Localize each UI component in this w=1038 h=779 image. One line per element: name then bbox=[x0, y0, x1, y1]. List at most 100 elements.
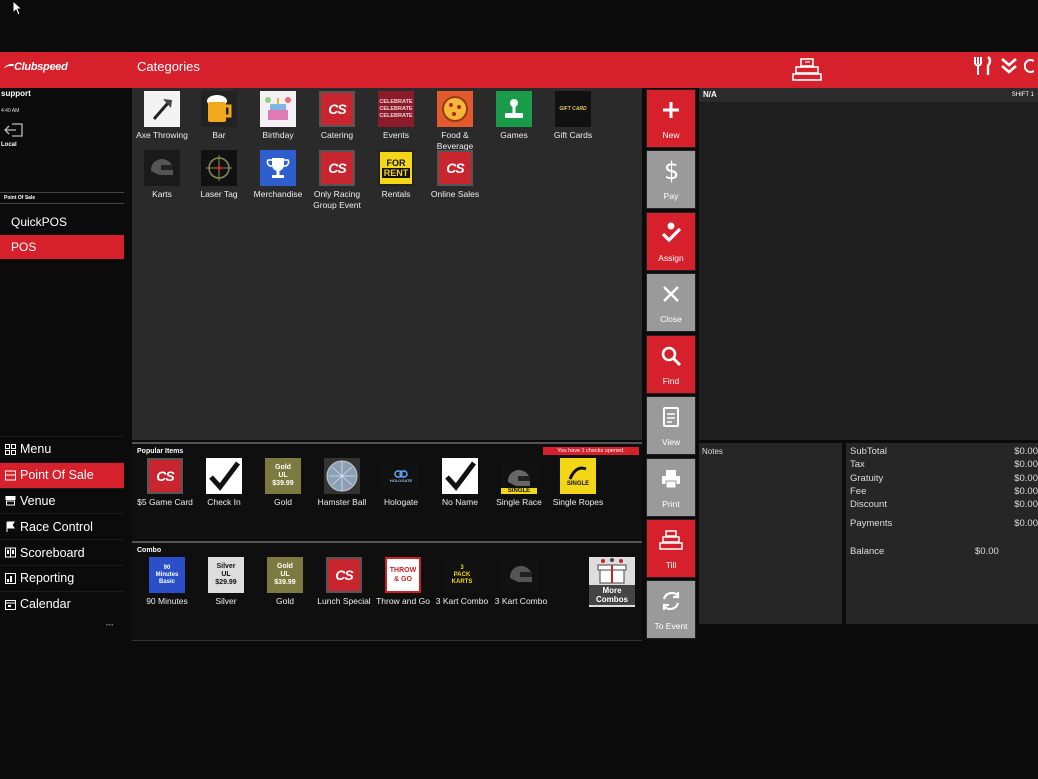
category-karts[interactable]: Karts bbox=[132, 150, 192, 200]
category-gift-cards[interactable]: GIFT CARD Gift Cards bbox=[543, 91, 603, 141]
combo-item[interactable]: 90 Minutes Basic 90 Minutes bbox=[137, 557, 197, 607]
chart-icon bbox=[5, 572, 16, 584]
sidebar: support 4:40 AM Local Point Of Sale Quic… bbox=[0, 88, 124, 779]
calendar-icon bbox=[5, 599, 16, 610]
top-bar: Clubspeed Categories bbox=[0, 52, 1038, 88]
checkmark-icon bbox=[445, 461, 476, 491]
find-button[interactable]: Find bbox=[646, 335, 696, 394]
sync-icon bbox=[662, 591, 680, 611]
category-online-sales[interactable]: CS Online Sales bbox=[425, 150, 485, 200]
user-name: support bbox=[1, 89, 31, 98]
nav-scoreboard[interactable]: Scoreboard bbox=[0, 539, 124, 565]
category-only-racing-group-event[interactable]: CS Only Racing Group Event bbox=[307, 150, 367, 211]
payments-row: Payments $0.00 bbox=[850, 518, 1038, 529]
combo-item[interactable]: Silver UL $29.99 Silver bbox=[196, 557, 256, 607]
notes-panel[interactable]: Notes bbox=[699, 443, 842, 624]
celebrate-text: CELEBRATE bbox=[379, 98, 413, 105]
register-icon bbox=[5, 470, 16, 481]
helmet-icon bbox=[507, 469, 530, 486]
view-button[interactable]: View bbox=[646, 396, 696, 455]
ropes-icon bbox=[568, 466, 587, 480]
sidebar-item-pos[interactable]: POS bbox=[0, 235, 124, 259]
category-merchandise[interactable]: Merchandise bbox=[248, 150, 308, 200]
popular-item[interactable]: SINGLE Single Ropes bbox=[548, 458, 608, 508]
popular-item[interactable]: Gold UL $39.99 Gold bbox=[253, 458, 313, 508]
nav-point-of-sale[interactable]: Point Of Sale bbox=[0, 461, 124, 488]
tax-row: Tax $0.00 bbox=[850, 459, 1038, 470]
order-panel: N/A SHIFT 1 bbox=[699, 88, 1038, 440]
category-games[interactable]: Games bbox=[484, 91, 544, 141]
totals-panel: SubTotal $0.00 Tax $0.00 Gratuity $0.00 Fee… bbox=[846, 443, 1038, 624]
assign-user-icon bbox=[661, 222, 682, 243]
customer-name[interactable]: N/A bbox=[703, 88, 717, 102]
venue-icon bbox=[5, 496, 16, 506]
celebrate-text: CELEBRATE bbox=[379, 105, 413, 112]
cash-register-icon[interactable] bbox=[792, 57, 822, 83]
trophy-icon bbox=[266, 158, 290, 178]
nav-reporting[interactable]: Reporting bbox=[0, 564, 124, 591]
open-checks-badge[interactable]: You have 1 checks opened. bbox=[543, 447, 639, 455]
chevron-double-down-icon[interactable] bbox=[1000, 56, 1018, 76]
checkmark-icon bbox=[209, 461, 240, 491]
close-icon bbox=[663, 286, 679, 302]
subtotal-row: SubTotal $0.00 bbox=[850, 446, 1038, 457]
combo-item[interactable]: Gold UL $39.99 Gold bbox=[255, 557, 315, 607]
categories-panel: Axe Throwing Bar Birthday CS Catering CE… bbox=[132, 88, 642, 440]
helmet-icon bbox=[509, 565, 532, 582]
category-rentals[interactable]: FOR RENT Rentals bbox=[366, 150, 426, 200]
popular-item[interactable]: CS $5 Game Card bbox=[135, 458, 195, 508]
combo-item[interactable]: 3 PACK KARTS 3 Kart Combo bbox=[432, 557, 492, 607]
category-bar[interactable]: Bar bbox=[189, 91, 249, 141]
more-dots-icon[interactable]: ••• bbox=[106, 623, 114, 629]
category-events[interactable]: CELEBRATE CELEBRATE CELEBRATE Events bbox=[366, 91, 426, 141]
notes-label: Notes bbox=[702, 447, 723, 456]
to-event-button[interactable]: To Event bbox=[646, 580, 696, 639]
nav-menu[interactable]: Menu bbox=[0, 436, 124, 462]
print-button[interactable]: Print bbox=[646, 458, 696, 517]
grid-icon bbox=[5, 443, 16, 455]
combo-item[interactable]: THROW & GO Throw and Go bbox=[373, 557, 433, 607]
search-icon bbox=[661, 346, 682, 367]
nav-calendar[interactable]: Calendar bbox=[0, 590, 124, 617]
nav-race-control[interactable]: Race Control bbox=[0, 513, 124, 539]
pay-button[interactable]: $ Pay bbox=[646, 150, 696, 209]
category-axe-throwing[interactable]: Axe Throwing bbox=[132, 91, 192, 141]
sidebar-item-quickpos[interactable]: QuickPOS bbox=[0, 210, 124, 234]
category-birthday[interactable]: Birthday bbox=[248, 91, 308, 141]
popular-item[interactable]: Check In bbox=[194, 458, 254, 508]
login-time: 4:40 AM bbox=[1, 108, 20, 114]
close-button[interactable]: Close bbox=[646, 273, 696, 332]
gift-box-icon bbox=[597, 558, 627, 584]
combo-panel: Combo 90 Minutes Basic 90 Minutes Silver UL… bbox=[132, 541, 642, 641]
page-title: Categories bbox=[137, 59, 200, 74]
more-combos-button[interactable]: More Combos bbox=[582, 557, 642, 607]
logout-icon[interactable] bbox=[4, 123, 24, 137]
popular-items-panel: Popular Items You have 1 checks opened. … bbox=[132, 442, 642, 540]
fork-knife-icon[interactable] bbox=[972, 55, 994, 77]
till-button[interactable]: Till bbox=[646, 519, 696, 578]
combo-item[interactable]: CS Lunch Special bbox=[314, 557, 374, 607]
popular-item[interactable]: Hamster Ball bbox=[312, 458, 372, 508]
celebrate-text: CELEBRATE bbox=[379, 112, 413, 119]
category-food-beverage[interactable]: Food & Beverage bbox=[425, 91, 485, 152]
for-text: FOR bbox=[386, 158, 406, 168]
popular-item[interactable]: SINGLE Single Race bbox=[489, 458, 549, 508]
refresh-icon[interactable] bbox=[1024, 56, 1034, 76]
category-laser-tag[interactable]: Laser Tag bbox=[189, 150, 249, 200]
new-button[interactable]: New bbox=[646, 89, 696, 148]
nav-venue[interactable]: Venue bbox=[0, 487, 124, 514]
pizza-icon bbox=[442, 96, 468, 122]
crosshair-icon bbox=[206, 155, 232, 181]
hologate-icon bbox=[394, 469, 408, 478]
assign-button[interactable]: Assign bbox=[646, 212, 696, 271]
birthday-cake-icon bbox=[265, 97, 291, 120]
category-catering[interactable]: CS Catering bbox=[307, 91, 367, 141]
hamster-ball-icon bbox=[326, 460, 358, 492]
combo-item[interactable]: 3 Kart Combo bbox=[491, 557, 551, 607]
shift-label: SHIFT 1 bbox=[1011, 92, 1034, 98]
popular-item[interactable]: No Name bbox=[430, 458, 490, 508]
popular-item[interactable]: HOLOGATE Hologate bbox=[371, 458, 431, 508]
rent-text: RENT bbox=[381, 168, 411, 178]
combo-title: Combo bbox=[137, 547, 162, 554]
svg-text:$: $ bbox=[664, 158, 679, 184]
